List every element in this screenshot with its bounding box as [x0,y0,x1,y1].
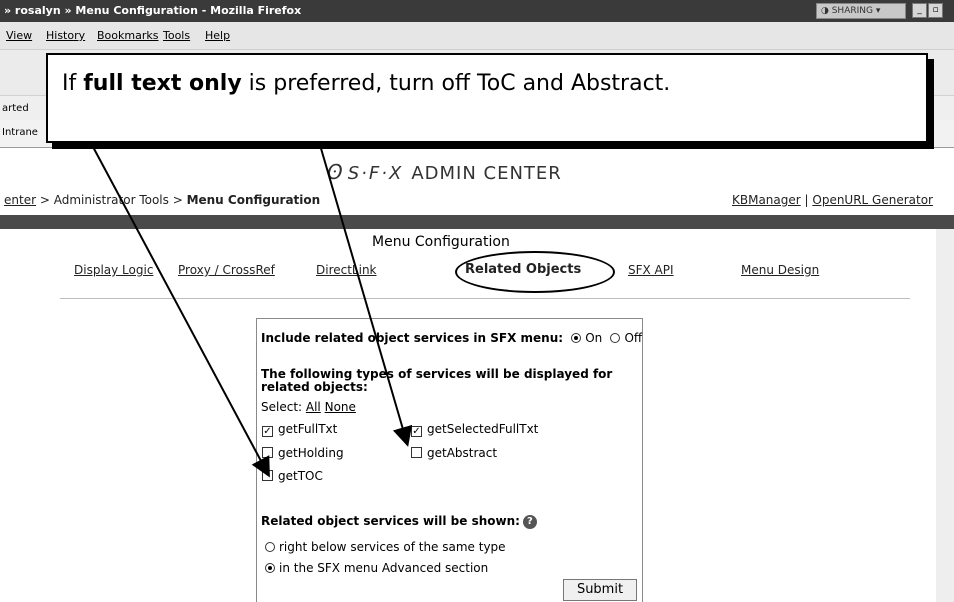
annotation-arrows [91,144,413,478]
arrow-to-getabstract [319,144,413,447]
arrow-to-gettoc [91,144,270,478]
